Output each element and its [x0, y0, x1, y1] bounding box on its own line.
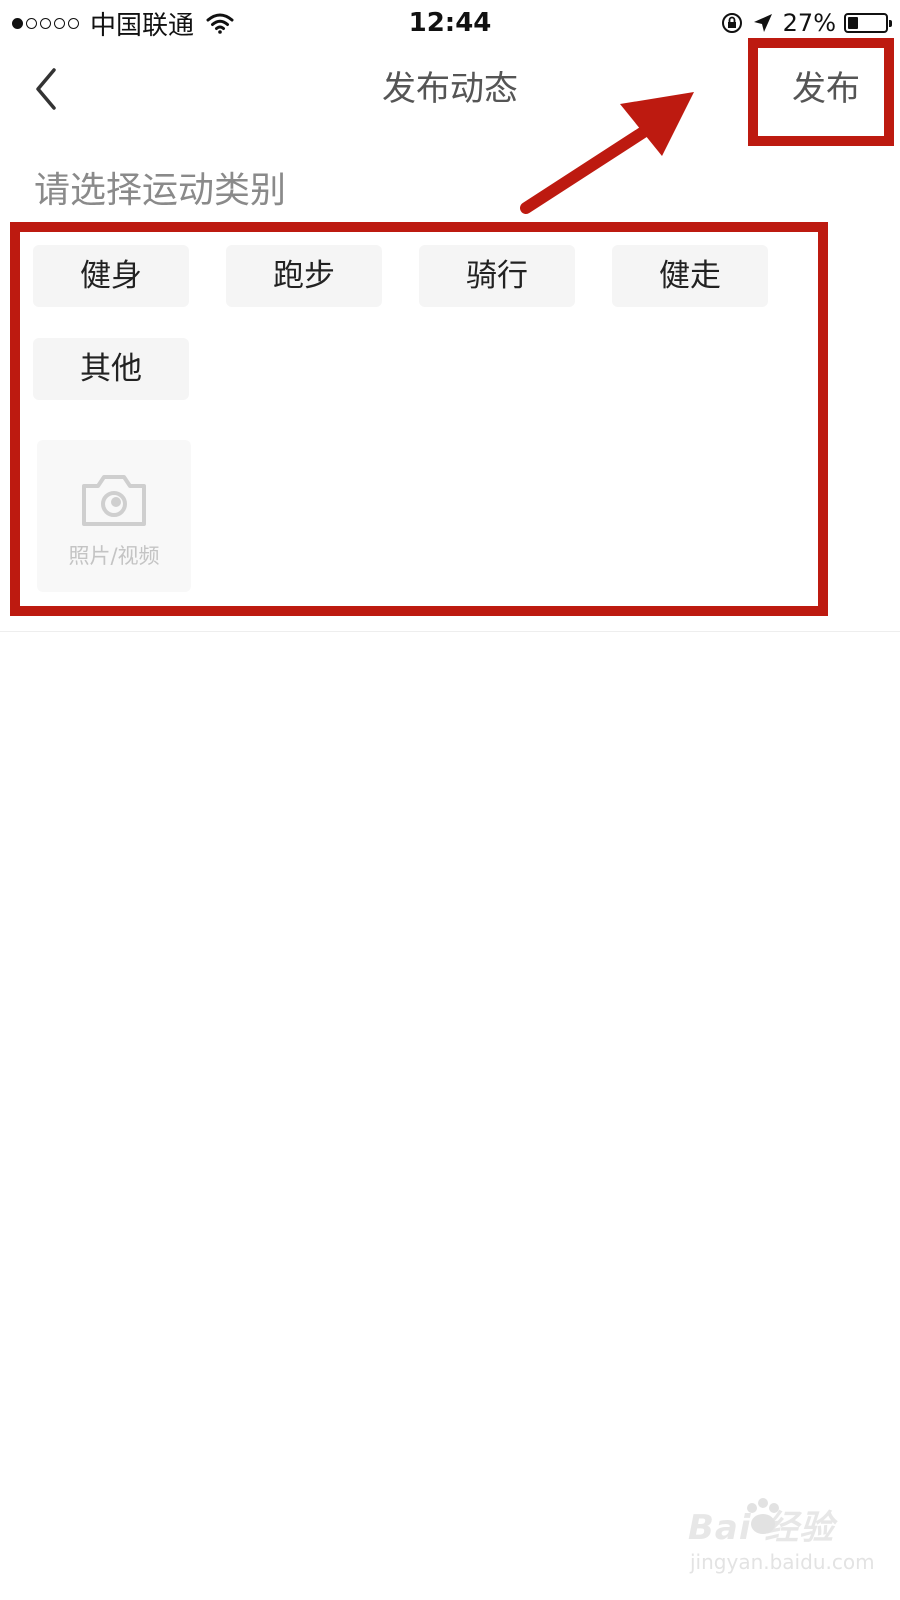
- paw-icon: [747, 1498, 779, 1534]
- status-right: 27%: [721, 6, 892, 40]
- divider: [0, 631, 900, 632]
- category-prompt: 请选择运动类别: [34, 170, 287, 211]
- watermark: Bai 经验 jingyan.baidu.com: [688, 1498, 888, 1590]
- publish-post-screen: 中国联通 12:44 27% 发布动态 发布 请选择运动类别 健身 跑步 骑行 …: [0, 0, 900, 1600]
- battery-icon: [844, 13, 892, 33]
- highlight-box-publish: [748, 38, 894, 146]
- arrow-to-publish: [520, 92, 694, 214]
- rotation-lock-icon: [721, 13, 742, 33]
- location-arrow-icon: [753, 14, 772, 32]
- highlight-box-categories: [10, 222, 828, 616]
- watermark-url: jingyan.baidu.com: [690, 1550, 875, 1574]
- battery-fill: [848, 17, 858, 29]
- battery-percent: 27%: [782, 9, 836, 37]
